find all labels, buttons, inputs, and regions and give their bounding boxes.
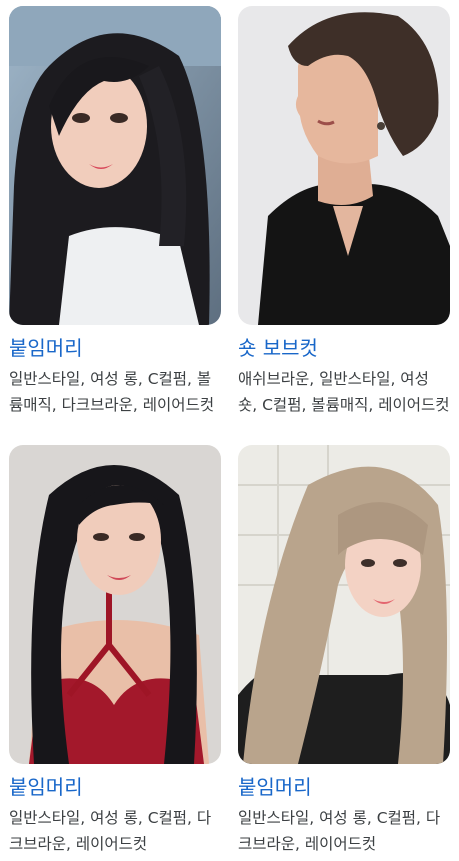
hairstyle-title[interactable]: 붙임머리: [238, 774, 450, 800]
hairstyle-photo[interactable]: [238, 445, 450, 764]
hairstyle-card: 붙임머리 일반스타일, 여성 롱, C컬펌, 볼륨매직, 다크브라운, 레이어드…: [9, 6, 221, 418]
hairstyle-photo[interactable]: [9, 6, 221, 325]
hairstyle-card: 붙임머리 일반스타일, 여성 롱, C컬펌, 다크브라운, 레이어드컷: [9, 445, 221, 857]
hairstyle-photo[interactable]: [238, 6, 450, 325]
hairstyle-description: 일반스타일, 여성 롱, C컬펌, 다크브라운, 레이어드컷: [238, 809, 441, 853]
hairstyle-photo[interactable]: [9, 445, 221, 764]
hairstyle-description: 일반스타일, 여성 롱, C컬펌, 다크브라운, 레이어드컷: [9, 809, 212, 853]
hairstyle-title[interactable]: 붙임머리: [9, 774, 221, 800]
hairstyle-title[interactable]: 숏 보브컷: [238, 335, 450, 361]
hairstyle-card: 숏 보브컷 애쉬브라운, 일반스타일, 여성 숏, C컬펌, 볼륨매직, 레이어…: [238, 6, 450, 418]
hairstyle-title[interactable]: 붙임머리: [9, 335, 221, 361]
hairstyle-result-grid: 붙임머리 일반스타일, 여성 롱, C컬펌, 볼륨매직, 다크브라운, 레이어드…: [0, 0, 459, 861]
hairstyle-description: 애쉬브라운, 일반스타일, 여성 숏, C컬펌, 볼륨매직, 레이어드컷: [238, 370, 450, 414]
hairstyle-card: 붙임머리 일반스타일, 여성 롱, C컬펌, 다크브라운, 레이어드컷: [238, 445, 450, 857]
hairstyle-description: 일반스타일, 여성 롱, C컬펌, 볼륨매직, 다크브라운, 레이어드컷: [9, 370, 215, 414]
